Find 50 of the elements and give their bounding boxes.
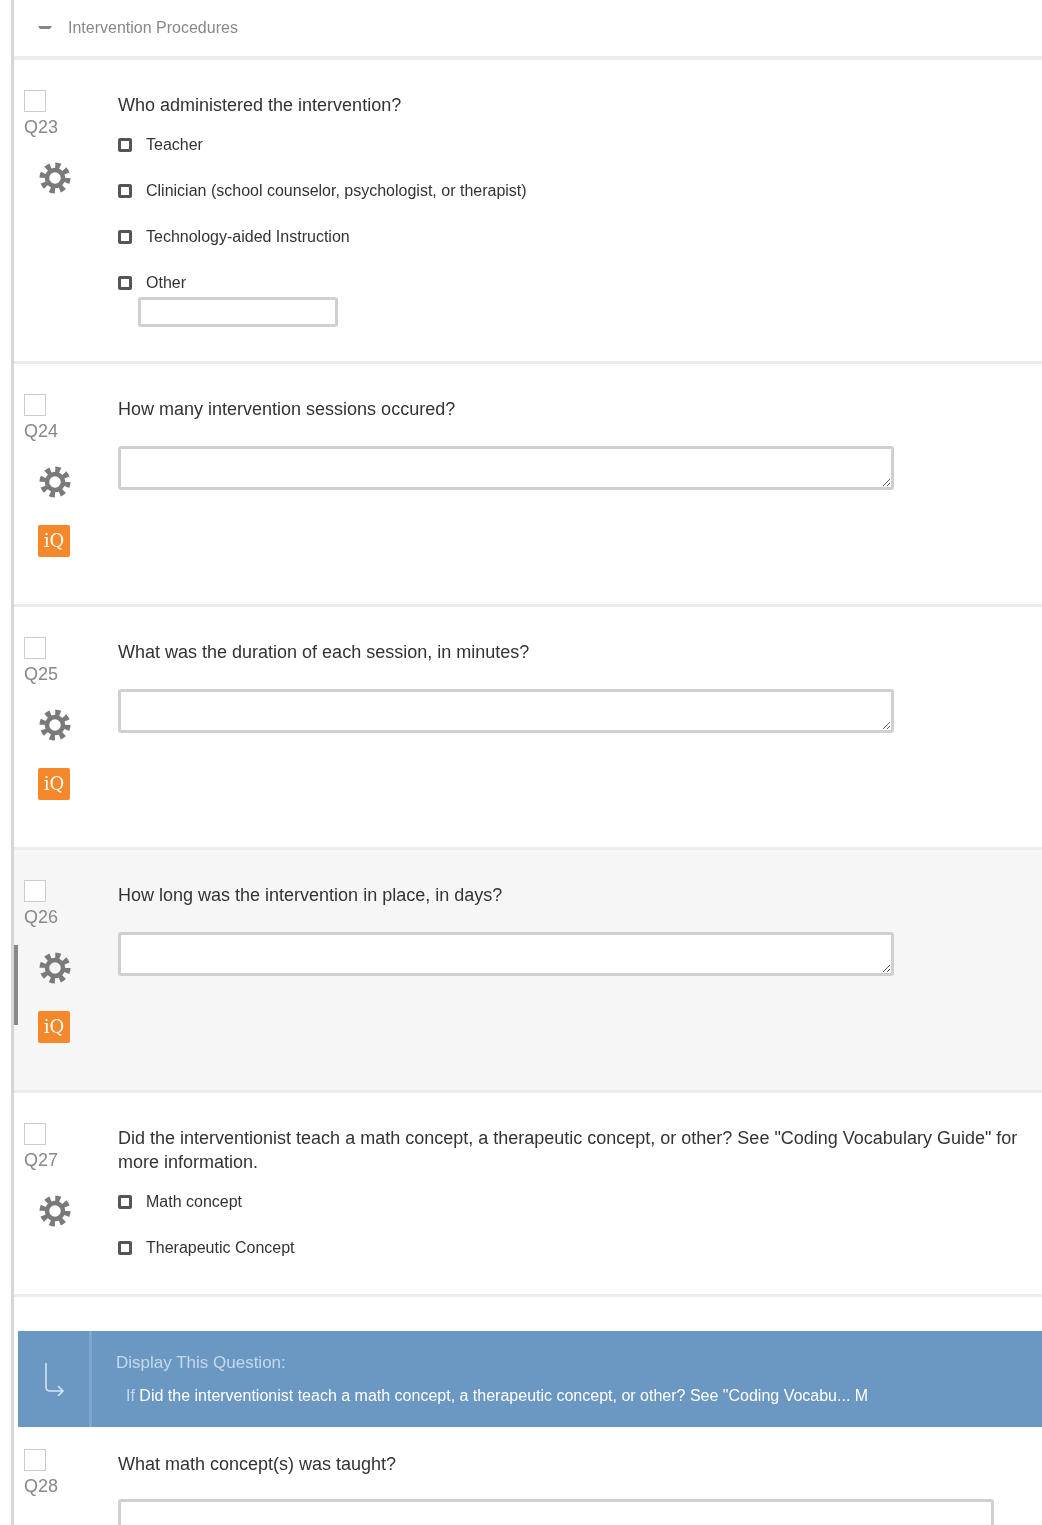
collapse-toggle-icon[interactable] xyxy=(38,25,52,31)
choice-label: Teacher xyxy=(146,135,203,156)
question-number: Q24 xyxy=(24,420,60,444)
question-number: Q23 xyxy=(24,116,60,139)
question-block[interactable]: Q26 iQ How long was the intervention in place, in days? xyxy=(14,850,1042,1094)
branch-arrow-icon xyxy=(42,1362,65,1397)
question-block[interactable]: Q28 What math concept(s) was taught? xyxy=(14,1431,1042,1525)
question-text: Who administered the intervention? xyxy=(118,94,403,117)
choice-label: Clinician (school counselor, psychologist, or therapist) xyxy=(146,181,527,202)
question-text: How many intervention sessions occured? xyxy=(118,398,457,422)
choice-checkbox[interactable] xyxy=(118,230,132,245)
gear-icon[interactable] xyxy=(38,465,72,500)
gear-icon[interactable] xyxy=(38,1194,72,1229)
choice-label: Math concept xyxy=(146,1192,243,1213)
logic-condition: If Did the interventionist teach a math concept, a therapeutic concept, or other? See "Coding Vocabu... M xyxy=(126,1385,869,1406)
question-block[interactable]: Q23 Who administered the intervention? Teacher Clinician (school counselor, psychologist, or therapist) Technology-aided Instruction Other xyxy=(14,60,1042,365)
answer-text-field[interactable] xyxy=(118,445,894,490)
question-number: Q27 xyxy=(24,1149,60,1173)
question-block[interactable]: Q24 iQ How many intervention sessions occured? xyxy=(14,364,1042,608)
choice-label: Technology-aided Instruction xyxy=(146,227,350,248)
other-text-field[interactable] xyxy=(138,297,338,328)
logic-title: Display This Question: xyxy=(116,1352,287,1375)
question-checkbox[interactable] xyxy=(24,1449,46,1472)
question-number: Q28 xyxy=(24,1475,60,1499)
choice-label: Therapeutic Concept xyxy=(146,1238,295,1259)
choice-checkbox[interactable] xyxy=(118,1241,132,1256)
answer-text-field[interactable] xyxy=(118,931,894,976)
gear-icon[interactable] xyxy=(38,951,72,986)
question-text: What was the duration of each session, in minutes? xyxy=(118,641,531,665)
choice-label: Other xyxy=(146,273,186,294)
question-block[interactable]: Q27 Did the interventionist teach a math concept, a therapeutic concept, or other? See "Coding Vocabulary Guide" for more information. Math concept Therapeutic Concept xyxy=(14,1093,1042,1298)
choice-checkbox[interactable] xyxy=(118,276,132,291)
gear-icon[interactable] xyxy=(38,161,72,195)
question-checkbox[interactable] xyxy=(24,880,46,903)
gear-icon[interactable] xyxy=(38,708,72,743)
question-text: What math concept(s) was taught? xyxy=(118,1453,398,1477)
answer-text-field[interactable] xyxy=(118,688,894,733)
question-number: Q25 xyxy=(24,663,60,687)
question-text: Did the interventionist teach a math concept, a therapeutic concept, or other? See "Coding Vocabulary Guide" for more information. xyxy=(118,1127,1018,1174)
question-checkbox[interactable] xyxy=(24,637,46,660)
choice-checkbox[interactable] xyxy=(118,1195,132,1210)
question-checkbox[interactable] xyxy=(24,394,46,417)
choice-checkbox[interactable] xyxy=(118,138,132,153)
question-block[interactable]: Q25 iQ What was the duration of each session, in minutes? xyxy=(14,607,1042,851)
question-checkbox[interactable] xyxy=(24,1123,46,1146)
question-number: Q26 xyxy=(24,906,60,930)
section-title: Intervention Procedures xyxy=(68,18,238,38)
question-checkbox[interactable] xyxy=(24,90,46,112)
question-text: How long was the intervention in place, in days? xyxy=(118,884,504,908)
choice-checkbox[interactable] xyxy=(118,184,132,199)
